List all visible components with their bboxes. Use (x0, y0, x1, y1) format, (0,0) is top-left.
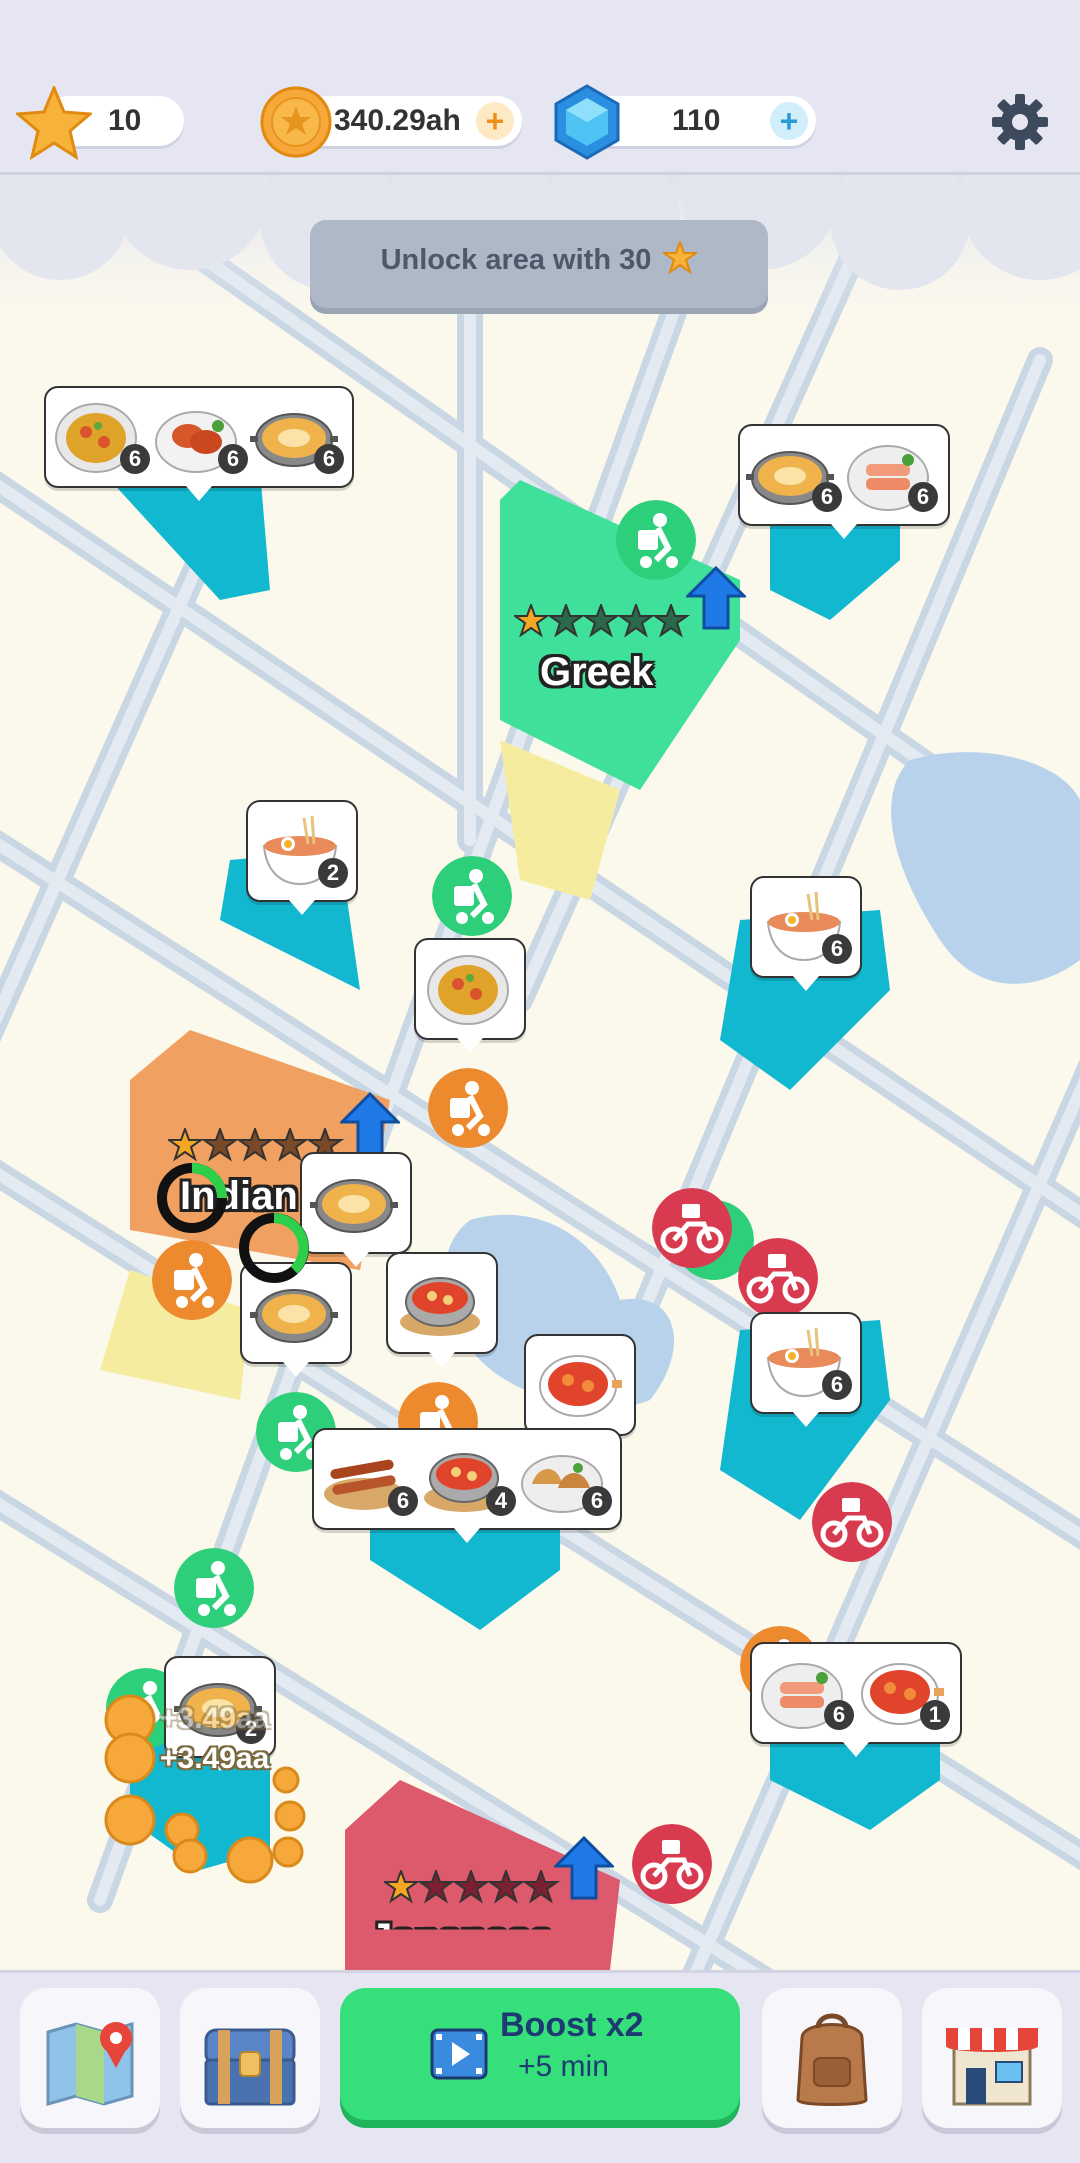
reward-popup-text: +3.49aa (160, 1702, 270, 1735)
tomato-stew-dish-icon (400, 1277, 480, 1336)
order-bubble[interactable]: 6 (750, 876, 862, 991)
coins-value: 340.29ah (334, 104, 461, 137)
order-count-badge: 4 (486, 1486, 516, 1516)
star-icon (165, 1126, 205, 1162)
order-bubble[interactable]: 2 (246, 800, 358, 915)
star-icon (511, 602, 551, 638)
boost-duration: +5 min (518, 2050, 609, 2083)
boost-button[interactable]: Boost x2 +5 min (340, 1988, 740, 2120)
backpack-icon (796, 2013, 868, 2106)
order-bubble[interactable]: 6 1 (750, 1642, 962, 1757)
add-coins-button[interactable]: + (476, 102, 514, 140)
japanese-star-rating (381, 1868, 564, 1904)
courier-scooter-icon[interactable] (616, 500, 696, 580)
boost-label: Boost x2 (500, 2006, 644, 2044)
courier-bike-icon[interactable] (738, 1238, 818, 1318)
order-count-badge: 6 (120, 444, 150, 474)
upgrade-arrow-icon[interactable] (554, 1836, 614, 1900)
order-count-badge: 6 (218, 444, 248, 474)
order-count-badge: 2 (318, 858, 348, 888)
chest-tab[interactable] (180, 1988, 320, 2128)
greek-star-rating (511, 602, 694, 638)
chest-icon (204, 2028, 296, 2106)
unlock-area-banner[interactable]: Unlock area with 30 (310, 220, 768, 308)
order-count-badge: 1 (920, 1700, 950, 1730)
upgrade-arrow-icon[interactable] (340, 1092, 400, 1156)
order-count-badge: 6 (908, 482, 938, 512)
order-bubble[interactable]: 6 4 6 (312, 1428, 622, 1543)
courier-scooter-icon[interactable] (428, 1068, 508, 1148)
shop-icon (946, 2028, 1038, 2106)
gem-icon (554, 84, 620, 160)
courier-bike-icon[interactable] (652, 1188, 732, 1268)
curry-pan-dish-icon (310, 1179, 398, 1233)
order-bubble[interactable] (524, 1334, 636, 1449)
order-count-badge: 6 (388, 1486, 418, 1516)
top-hud: 10 340.29ah + 110 + (0, 0, 1080, 175)
map-tab[interactable] (20, 1988, 160, 2128)
order-bubble[interactable]: 6 6 (738, 424, 950, 539)
courier-bike-icon[interactable] (812, 1482, 892, 1562)
order-count-badge: 6 (822, 934, 852, 964)
settings-gear-icon[interactable] (990, 92, 1050, 152)
star-icon (661, 239, 700, 275)
order-count-badge: 6 (824, 1700, 854, 1730)
reward-popup-text: +3.49aa (160, 1742, 270, 1775)
order-bubble[interactable]: 6 (750, 1312, 862, 1427)
tomato-stew-dish-icon (539, 1355, 622, 1417)
star-icon (381, 1868, 421, 1904)
cooking-progress-ring (239, 1213, 309, 1283)
paella-dish-icon (427, 955, 509, 1025)
gems-value: 110 (672, 104, 721, 137)
backpack-tab[interactable] (762, 1988, 902, 2128)
video-icon (430, 2028, 488, 2080)
order-count-badge: 6 (812, 482, 842, 512)
order-count-badge: 6 (582, 1486, 612, 1516)
courier-scooter-icon[interactable] (174, 1548, 254, 1628)
add-gems-button[interactable]: + (770, 102, 808, 140)
coin-icon (260, 86, 332, 158)
greek-restaurant-name[interactable]: Greek (540, 650, 653, 695)
courier-scooter-icon[interactable] (152, 1240, 232, 1320)
stars-value: 10 (108, 104, 142, 137)
order-count-badge: 6 (314, 444, 344, 474)
order-bubble[interactable] (386, 1252, 498, 1367)
unlock-area-text: Unlock area with 30 (380, 244, 652, 276)
map-icon (46, 2022, 134, 2106)
courier-bike-icon[interactable] (632, 1824, 712, 1904)
star-icon (16, 86, 92, 160)
upgrade-arrow-icon[interactable] (686, 566, 746, 630)
shop-tab[interactable] (922, 1988, 1062, 2128)
courier-scooter-icon[interactable] (432, 856, 512, 936)
order-count-badge: 6 (822, 1370, 852, 1400)
cooking-progress-ring (157, 1163, 227, 1233)
order-bubble[interactable]: 6 6 6 (44, 386, 354, 501)
order-bubble[interactable] (414, 938, 526, 1053)
order-bubble[interactable] (300, 1152, 412, 1267)
